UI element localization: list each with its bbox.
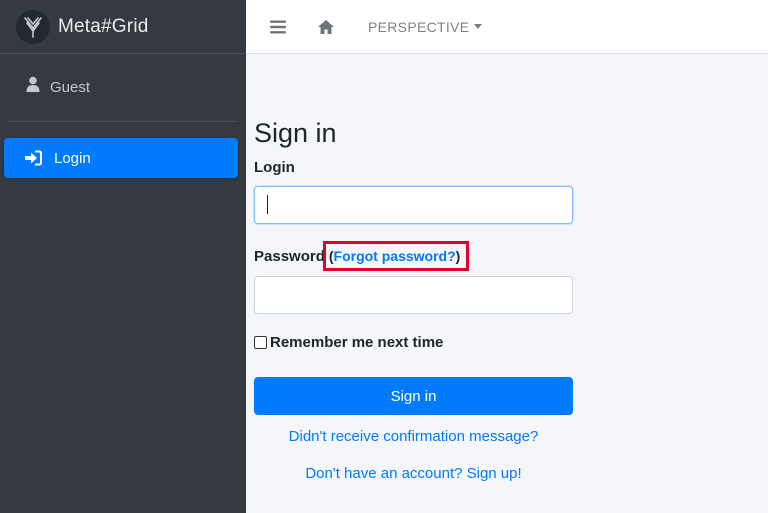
perspective-dropdown[interactable]: PERSPECTIVE [368, 18, 483, 35]
perspective-label: PERSPECTIVE [368, 18, 470, 35]
password-input[interactable] [254, 276, 573, 314]
remember-row: Remember me next time [254, 334, 574, 351]
user-name: Guest [50, 79, 91, 96]
login-label: Login [254, 159, 295, 176]
user-icon [26, 76, 40, 92]
login-input[interactable] [254, 186, 573, 224]
confirmation-link[interactable]: Didn't receive confirmation message? [254, 428, 573, 445]
top-navbar: PERSPECTIVE [246, 0, 768, 54]
sign-in-form: Sign in Login Password ( Forgot password… [254, 118, 574, 482]
password-label-row: Password ( Forgot password? ) [254, 241, 574, 271]
sign-up-link[interactable]: Don't have an account? Sign up! [254, 465, 573, 482]
menu-toggle-icon[interactable] [270, 20, 286, 34]
sign-in-button[interactable]: Sign in [254, 377, 573, 415]
home-icon[interactable] [317, 19, 335, 35]
brand[interactable]: Meta#Grid [0, 0, 246, 54]
text-cursor [267, 195, 268, 214]
brand-name: Meta#Grid [58, 15, 149, 37]
password-label: Password [254, 247, 325, 265]
highlight-box: ( Forgot password? ) [322, 241, 470, 271]
remember-checkbox[interactable] [254, 336, 267, 349]
forgot-password-link[interactable]: Forgot password? [334, 248, 456, 264]
login-field-wrapper [254, 186, 573, 224]
sidebar-nav: Login [0, 122, 246, 178]
sign-in-icon [24, 150, 42, 166]
paren-close: ) [455, 248, 461, 264]
user-panel: Guest [9, 54, 237, 122]
sidebar: Meta#Grid Guest Login [0, 0, 246, 513]
page-title: Sign in [254, 118, 337, 148]
brand-logo-icon [16, 9, 50, 44]
remember-label[interactable]: Remember me next time [270, 334, 443, 351]
sidebar-item-label: Login [54, 149, 91, 167]
chevron-down-icon [474, 24, 483, 29]
sidebar-item-login[interactable]: Login [4, 138, 238, 178]
